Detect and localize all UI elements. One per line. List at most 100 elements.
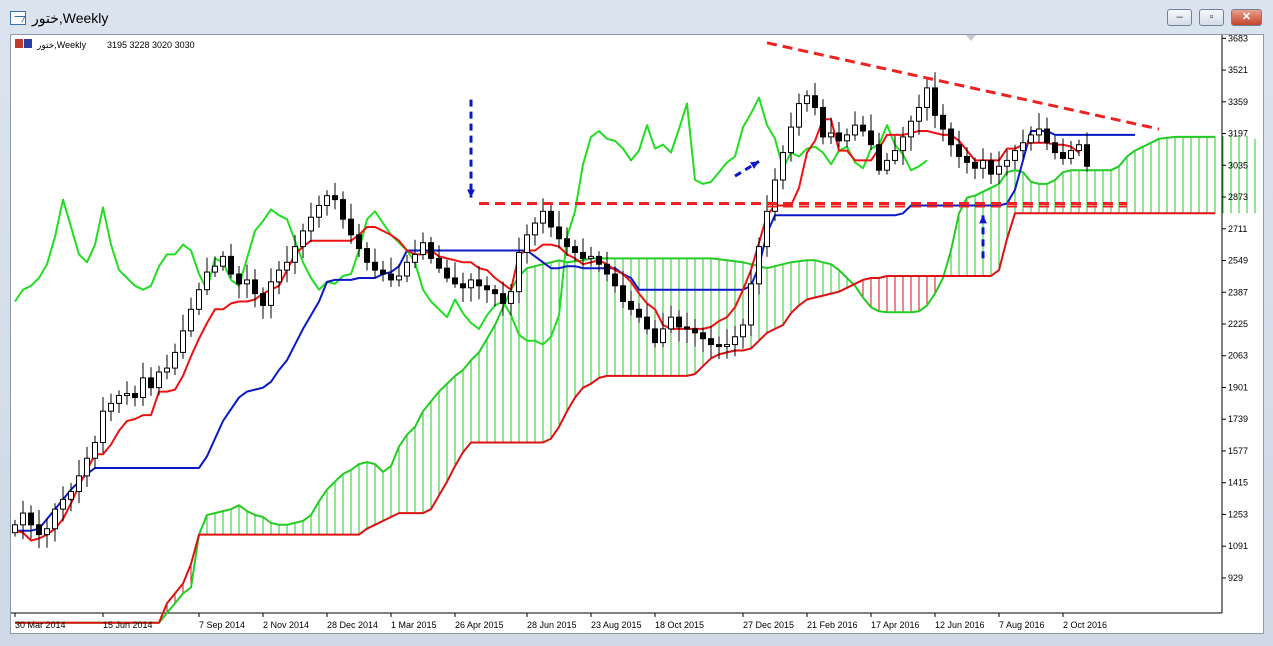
candle-body (1044, 128, 1050, 144)
candle-body (612, 273, 618, 287)
window-title: ختور,Weekly (32, 10, 109, 26)
candle-body (148, 377, 154, 389)
candle-body (116, 395, 122, 404)
price-axis-label: 1577 (1228, 446, 1248, 456)
candle-body (204, 271, 210, 291)
candle-body (892, 150, 898, 161)
minimize-button[interactable]: ‒ (1167, 9, 1192, 26)
candle-body (708, 338, 714, 346)
candle-body (492, 289, 498, 295)
price-axis-label: 2387 (1228, 287, 1248, 297)
chart-header-icon (24, 39, 32, 48)
candle-body (700, 332, 706, 340)
candle-body (884, 159, 890, 171)
candle-body (540, 210, 546, 224)
candle-body (68, 491, 74, 500)
candle-body (36, 524, 42, 536)
candle-body (364, 248, 370, 263)
candle-body (332, 195, 338, 201)
candle-body (844, 134, 850, 142)
candle-body (932, 87, 938, 116)
candle-body (556, 226, 562, 240)
candle-body (156, 371, 162, 389)
candle-body (188, 308, 194, 332)
candle-body (12, 524, 18, 534)
candle-body (92, 442, 98, 459)
candle-body (388, 273, 394, 281)
candle-body (684, 326, 690, 330)
candle-body (508, 291, 514, 304)
time-axis-label: 26 Apr 2015 (455, 620, 504, 630)
candle-body (852, 124, 858, 136)
price-axis-label: 929 (1228, 573, 1243, 583)
candle-body (924, 87, 930, 108)
time-axis-label: 2 Nov 2014 (263, 620, 309, 630)
candle-body (1012, 150, 1018, 161)
candle-body (828, 132, 834, 138)
candle-body (300, 230, 306, 248)
candle-body (356, 234, 362, 250)
candle-body (20, 512, 26, 526)
time-axis-label: 15 Jun 2014 (103, 620, 153, 630)
candle-body (964, 155, 970, 163)
candle-body (652, 328, 658, 344)
candle-body (380, 269, 386, 275)
candle-body (620, 285, 626, 302)
candle-body (1060, 152, 1066, 159)
candle-body (724, 344, 730, 348)
candle-body (124, 393, 130, 397)
candle-body (276, 269, 282, 283)
candle-body (396, 275, 402, 281)
ichimoku-chart[interactable]: ختور,Weekly 3195 3228 3020 3030 929 1091 1… (11, 33, 1263, 633)
time-axis-label: 2 Oct 2016 (1063, 620, 1107, 630)
candle-body (596, 255, 602, 265)
chart-header-symbol: ختور,Weekly (36, 40, 87, 51)
candle-body (44, 528, 50, 536)
price-axis-label: 1739 (1228, 414, 1248, 424)
candle-body (172, 351, 178, 369)
close-button[interactable]: ✕ (1231, 9, 1262, 26)
candle-body (268, 281, 274, 306)
chart-header-ohlc: 3195 3228 3020 3030 (107, 40, 195, 50)
candle-body (564, 238, 570, 248)
title-bar[interactable]: ختور,Weekly ‒ ▫ ✕ (0, 0, 1273, 34)
candle-body (52, 508, 58, 530)
price-axis-label: 2063 (1228, 351, 1248, 361)
candle-body (28, 512, 34, 526)
time-axis-label: 23 Aug 2015 (591, 620, 642, 630)
candle-body (532, 222, 538, 236)
candle-body (444, 267, 450, 279)
candle-body (436, 257, 442, 269)
maximize-button[interactable]: ▫ (1199, 9, 1224, 26)
candle-body (780, 152, 786, 181)
time-axis-label: 27 Dec 2015 (743, 620, 794, 630)
candle-body (988, 159, 994, 175)
candle-body (860, 124, 866, 132)
candle-body (628, 300, 634, 310)
price-axis-label: 2873 (1228, 192, 1248, 202)
candle-body (252, 279, 258, 295)
time-axis-label: 21 Feb 2016 (807, 620, 858, 630)
candle-body (460, 283, 466, 289)
chart-window: ختور,Weekly ‒ ▫ ✕ ختور,Weekly 3195 3228 … (0, 0, 1273, 646)
candle-body (212, 265, 218, 273)
price-axis-label: 1091 (1228, 541, 1248, 551)
chart-area[interactable]: ختور,Weekly 3195 3228 3020 3030 929 1091 1… (10, 33, 1264, 634)
chart-header-icon (15, 39, 23, 48)
candle-body (84, 457, 90, 477)
candle-body (452, 277, 458, 285)
price-axis-label: 3197 (1228, 129, 1248, 139)
price-axis-label: 2711 (1228, 224, 1247, 234)
candle-body (220, 255, 226, 267)
time-axis-label: 12 Jun 2016 (935, 620, 985, 630)
price-axis-label: 1901 (1228, 382, 1248, 392)
price-axis-label: 3359 (1228, 97, 1248, 107)
price-axis-label: 3683 (1228, 35, 1248, 43)
candle-body (316, 204, 322, 218)
candle-body (580, 251, 586, 259)
candle-body (812, 95, 818, 108)
candle-body (100, 410, 106, 444)
candle-body (908, 120, 914, 138)
price-axis-label: 2549 (1228, 256, 1248, 266)
candle-body (476, 279, 482, 287)
